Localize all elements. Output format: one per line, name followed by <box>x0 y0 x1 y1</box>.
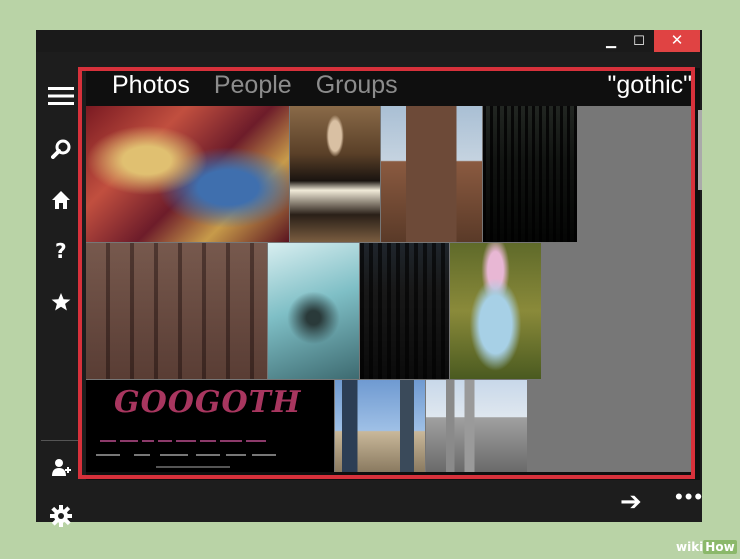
scrollbar-thumb[interactable] <box>698 110 702 190</box>
stone-arches-photo[interactable] <box>86 243 267 379</box>
menu-icon[interactable] <box>36 79 86 113</box>
close-button[interactable]: ✕ <box>654 30 700 52</box>
tab-photos[interactable]: Photos <box>112 66 190 104</box>
gothic-lolita-portrait-photo[interactable] <box>290 106 380 242</box>
dark-cathedral-photo[interactable] <box>483 106 577 242</box>
cathedral-facade-photo[interactable] <box>360 243 449 379</box>
gear-icon[interactable] <box>36 499 86 533</box>
sidebar-divider <box>41 440 81 441</box>
pivot-tabs: Photos People Groups <box>112 66 398 104</box>
svg-text:?: ? <box>55 240 67 262</box>
help-icon[interactable]: ? <box>36 234 86 268</box>
search-query-label: "gothic" <box>607 71 692 99</box>
title-bar: ▁ ☐ ✕ <box>36 30 702 52</box>
bare-tree-photo[interactable] <box>268 243 359 379</box>
ornate-ceiling-photo[interactable] <box>86 106 289 242</box>
minimize-button[interactable]: ▁ <box>598 30 624 52</box>
star-icon[interactable] <box>36 285 86 319</box>
search-icon[interactable] <box>36 132 86 166</box>
more-options-icon[interactable]: ••• <box>675 484 704 510</box>
watermark-prefix: wiki <box>676 540 704 554</box>
googoth-search-screenshot[interactable]: GOOGOTH <box>86 380 334 472</box>
cathedral-spires-photo[interactable] <box>426 380 527 472</box>
googoth-links <box>96 440 276 468</box>
stone-tower-photo[interactable] <box>381 106 482 242</box>
tab-people[interactable]: People <box>214 66 292 104</box>
wikihow-watermark: wiki How <box>676 540 737 554</box>
sidebar: ? <box>36 52 86 527</box>
maximize-button[interactable]: ☐ <box>626 30 652 52</box>
tab-groups[interactable]: Groups <box>316 66 398 104</box>
skyscrapers-photo[interactable] <box>335 380 425 472</box>
next-arrow-icon[interactable]: ➔ <box>620 486 642 517</box>
add-user-icon[interactable] <box>36 451 86 485</box>
watermark-suffix: How <box>703 540 737 554</box>
bottom-app-bar <box>86 480 702 522</box>
home-icon[interactable] <box>36 183 86 217</box>
victorian-dress-photo[interactable] <box>450 243 541 379</box>
